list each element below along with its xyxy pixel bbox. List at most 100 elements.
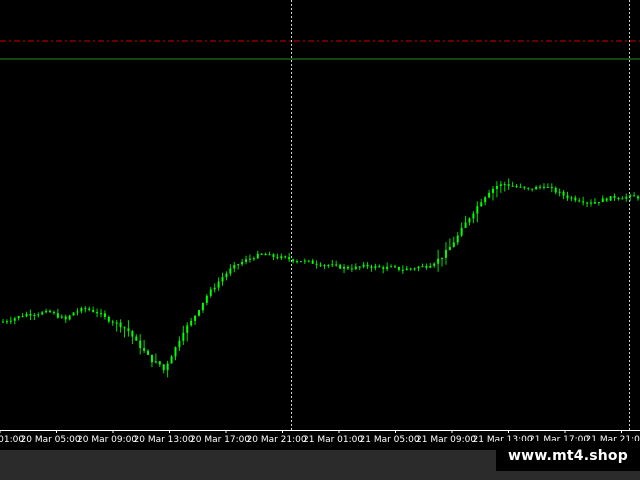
candle-body [472, 213, 475, 219]
candle-body [5, 321, 8, 323]
candle-body [554, 187, 557, 193]
candle-body [162, 364, 165, 371]
candle-body [503, 184, 506, 186]
candle-body [49, 310, 52, 313]
candle-body [201, 302, 204, 311]
candle-body [76, 311, 79, 313]
candle-body [515, 186, 518, 188]
candle-body [527, 187, 530, 189]
candle-body [331, 264, 334, 266]
candle-body [448, 246, 451, 251]
candle-body [245, 259, 248, 262]
candle-body [311, 260, 314, 264]
candle-body [233, 264, 236, 269]
candle-body [217, 281, 220, 288]
candle-body [335, 264, 338, 266]
candle-body [256, 253, 259, 259]
candle-body [296, 261, 298, 263]
candle-body [495, 186, 498, 189]
candle-body [433, 263, 436, 266]
candle-body [597, 202, 600, 204]
candle-body [205, 295, 208, 303]
candle-body [546, 186, 549, 188]
candle-body [386, 266, 389, 270]
candle-body [539, 186, 542, 188]
candle-body [272, 254, 275, 257]
candle-body [511, 185, 514, 187]
candle-body [299, 261, 302, 263]
candle-body [260, 253, 263, 255]
x-tick-label: 21 Mar 05:00 [360, 435, 420, 445]
x-tick-label: 20 Mar 21:00 [247, 435, 307, 445]
x-tick-label: 20 Mar 09:00 [77, 435, 137, 445]
candle-body [613, 196, 616, 199]
candle-body [601, 198, 604, 203]
candle-body [182, 332, 185, 341]
candle-body [241, 261, 244, 265]
candle-body [558, 191, 561, 193]
candle-body [586, 202, 589, 204]
candle-body [484, 197, 487, 203]
candle-body [52, 312, 55, 314]
candle-body [154, 361, 157, 363]
candle-body [280, 256, 283, 259]
candle-body [131, 331, 134, 337]
candle-body [370, 266, 373, 268]
candle-body [323, 265, 326, 267]
candle-body [119, 322, 122, 328]
candle-body [519, 186, 522, 188]
candle-body [33, 314, 36, 316]
candle-body [21, 316, 24, 318]
candle-body [358, 266, 361, 268]
candle-body [303, 260, 306, 262]
candle-body [92, 310, 95, 313]
chart-window[interactable]: 20 Mar 01:0020 Mar 05:0020 Mar 09:0020 M… [0, 0, 640, 480]
x-tick-label: 21 Mar 09:00 [416, 435, 476, 445]
candle-body [143, 348, 146, 351]
candle-body [382, 267, 385, 270]
candle-body [60, 316, 63, 318]
candle-body [127, 328, 130, 332]
candle-body [107, 316, 110, 322]
candle-body [542, 186, 545, 188]
candle-body [221, 277, 224, 282]
candle-body [417, 266, 420, 269]
candle-body [111, 321, 114, 323]
candle-body [468, 218, 471, 223]
candle-body [209, 289, 212, 296]
candle-body [327, 265, 330, 267]
candle-body [456, 235, 459, 243]
candle-body [488, 192, 491, 198]
candle-body [437, 258, 440, 264]
candle-body [499, 184, 502, 187]
x-tick-label: 21 Mar 01:00 [303, 435, 363, 445]
candle-body [343, 266, 346, 269]
candle-body [68, 315, 71, 320]
candle-body [284, 256, 287, 258]
candle-body [229, 268, 232, 274]
candle-body [268, 254, 271, 256]
candle-body [507, 184, 510, 186]
candle-body [170, 356, 173, 364]
candle-body [593, 202, 596, 204]
candle-body [84, 308, 87, 310]
candle-body [452, 242, 455, 247]
x-tick-label: 20 Mar 17:00 [190, 435, 250, 445]
candle-body [566, 195, 569, 199]
candle-body [429, 265, 432, 268]
candle-body [25, 313, 28, 317]
candle-body [362, 264, 365, 267]
candle-body [56, 313, 59, 318]
candle-body [570, 197, 573, 199]
candle-body [350, 268, 353, 270]
candle-body [637, 196, 640, 199]
candle-body [354, 266, 357, 269]
candle-body [609, 196, 612, 201]
candle-body [178, 340, 181, 348]
candle-body [401, 269, 404, 271]
candle-body [523, 186, 526, 188]
candle-body [535, 186, 538, 190]
price-chart[interactable]: 20 Mar 01:0020 Mar 05:0020 Mar 09:0020 M… [0, 0, 640, 450]
candle-body [88, 308, 91, 311]
candle-body [621, 198, 624, 200]
